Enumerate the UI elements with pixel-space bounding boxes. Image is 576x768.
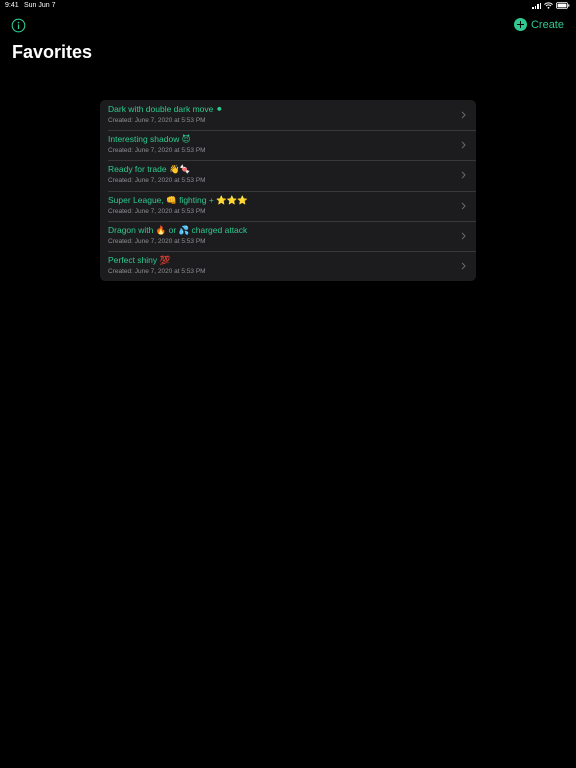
chevron-right-icon <box>461 262 466 270</box>
item-subtitle: Created: June 7, 2020 at 5:53 PM <box>108 177 206 185</box>
create-button[interactable]: Create <box>513 18 564 31</box>
list-item[interactable]: Perfect shiny 💯 Created: June 7, 2020 at… <box>100 250 476 281</box>
page-title: Favorites <box>12 42 93 62</box>
info-circle-icon <box>11 18 26 33</box>
status-icons <box>532 2 570 9</box>
favorites-list: Dark with double dark move ⚫ Created: Ju… <box>100 100 476 282</box>
chevron-right-icon <box>461 111 466 119</box>
list-item[interactable]: Dragon with 🔥 or 💦 charged attack Create… <box>100 220 476 251</box>
item-title: Perfect shiny 💯 <box>108 254 171 265</box>
chevron-right-icon <box>461 202 466 210</box>
chevron-right-icon <box>461 232 466 240</box>
item-title: Dragon with 🔥 or 💦 charged attack <box>108 224 248 235</box>
item-subtitle: Created: June 7, 2020 at 5:53 PM <box>108 237 206 245</box>
status-time: 9:41 <box>5 2 19 9</box>
item-subtitle: Created: June 7, 2020 at 5:53 PM <box>108 207 206 215</box>
chevron-right-icon <box>461 171 466 179</box>
list-item[interactable]: Interesting shadow 😈 Created: June 7, 20… <box>100 130 476 160</box>
item-subtitle: Created: June 7, 2020 at 5:53 PM <box>108 267 206 275</box>
status-date: Sun Jun 7 <box>24 2 56 9</box>
item-subtitle: Created: June 7, 2020 at 5:53 PM <box>108 147 206 155</box>
item-title: Ready for trade 👋🍬 <box>108 164 191 175</box>
create-label: Create <box>530 18 564 31</box>
list-item[interactable]: Ready for trade 👋🍬 Created: June 7, 2020… <box>100 160 476 190</box>
wifi-icon <box>544 2 553 9</box>
signal-icon <box>532 2 541 9</box>
item-title: Super League, 👊 fighting + ⭐⭐⭐ <box>108 194 248 205</box>
chevron-right-icon <box>461 141 466 149</box>
plus-circle-icon <box>513 18 527 31</box>
list-item[interactable]: Super League, 👊 fighting + ⭐⭐⭐ Created: … <box>100 190 476 221</box>
info-button[interactable] <box>11 18 26 33</box>
item-title: Interesting shadow 😈 <box>108 134 191 145</box>
status-bar: 9:41 Sun Jun 7 <box>0 0 576 12</box>
list-item[interactable]: Dark with double dark move ⚫ Created: Ju… <box>100 100 476 130</box>
battery-icon <box>556 2 570 9</box>
item-title: Dark with double dark move ⚫ <box>108 104 223 114</box>
item-subtitle: Created: June 7, 2020 at 5:53 PM <box>108 117 206 124</box>
